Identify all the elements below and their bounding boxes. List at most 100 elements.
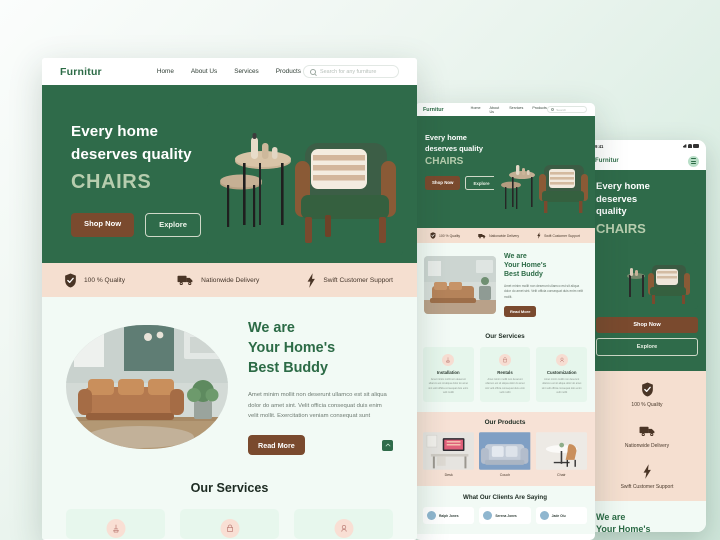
- avatar: [539, 511, 549, 521]
- read-more-button[interactable]: Read More: [248, 435, 305, 456]
- avatar: [483, 511, 493, 521]
- tablet-product-name: Chair: [557, 473, 566, 478]
- tablet-about-section: We are Your Home's Best Buddy Amet minim…: [415, 243, 595, 330]
- about-text: We are Your Home's Best Buddy Amet minim…: [248, 319, 393, 456]
- mobile-shop-now-button[interactable]: Shop Now: [596, 316, 698, 333]
- search-icon: [310, 68, 316, 75]
- about-actions: Read More: [248, 435, 393, 456]
- tablet-feature-label: Nationwide Delivery: [489, 233, 520, 238]
- installation-icon: [442, 354, 455, 367]
- tablet-features: 100 % Quality Nationwide Delivery Swift …: [415, 228, 595, 243]
- tablet-logo[interactable]: Furnitur: [423, 107, 444, 113]
- tablet-search-placeholder: Search: [556, 107, 567, 112]
- tablet-testimonial-card[interactable]: Ralph Jones: [423, 507, 475, 525]
- search-placeholder: Search for any furniture: [320, 68, 377, 75]
- tablet-service-card-installation[interactable]: Installation Amet minim mollit non deser…: [423, 347, 474, 403]
- status-indicators: [682, 144, 699, 148]
- mobile-hero: Every home deserves quality CHAIRS Shop …: [588, 170, 706, 371]
- tablet-about-image: [424, 256, 496, 315]
- signal-icon: [682, 144, 687, 148]
- mobile-features: 100 % Quality Nationwide Delivery Swift …: [588, 370, 706, 501]
- tablet-service-name: Rentals: [497, 370, 513, 376]
- desktop-logo[interactable]: Furnitur: [60, 66, 102, 78]
- nav-link-about-us[interactable]: About Us: [191, 68, 217, 75]
- service-card-rentals[interactable]: [180, 509, 279, 540]
- tablet-read-more-button[interactable]: Read More: [504, 305, 537, 318]
- mobile-hero-line2: deserves: [596, 193, 638, 205]
- search-input[interactable]: Search for any furniture: [303, 65, 399, 78]
- tablet-feature-label: 100 % Quality: [439, 233, 461, 238]
- tablet-product-name: Couch: [499, 473, 511, 478]
- feature-label: 100 % Quality: [84, 276, 126, 284]
- tablet-product-card-chair[interactable]: Chair: [535, 432, 587, 478]
- shield-check-icon: [65, 273, 76, 287]
- hamburger-menu-icon[interactable]: [688, 155, 699, 167]
- mobile-explore-button[interactable]: Explore: [596, 337, 698, 356]
- tablet-hero: Every home deserves quality CHAIRS Shop …: [415, 116, 595, 228]
- tablet-explore-button[interactable]: Explore: [465, 176, 498, 191]
- tablet-service-desc: Amet minim mollit non deserunt ullamco e…: [485, 378, 525, 394]
- about-line3: Best Buddy: [248, 359, 328, 376]
- tablet-testimonial-card[interactable]: Jade Olu: [535, 507, 587, 525]
- nav-link-home[interactable]: Home: [157, 68, 174, 75]
- lightning-bolt-icon: [594, 464, 700, 480]
- tablet-nav-link-products[interactable]: Products: [532, 106, 547, 114]
- tablet-service-card-rentals[interactable]: Rentals Amet minim mollit non deserunt u…: [479, 347, 531, 403]
- mobile-hero-line1: Every home: [596, 181, 650, 192]
- mobile-feature-quality: 100 % Quality: [594, 382, 700, 408]
- shop-now-button[interactable]: Shop Now: [71, 212, 135, 237]
- shield-check-icon: [594, 382, 700, 398]
- mobile-logo[interactable]: Furnitur: [595, 158, 619, 164]
- tablet-testimonial-card[interactable]: Serena Jones: [479, 507, 531, 525]
- tablet-feature-quality: 100 % Quality: [430, 232, 460, 239]
- tablet-products-title: Our Products: [484, 419, 526, 427]
- tablet-about-line3: Best Buddy: [504, 271, 543, 279]
- tablet-service-desc: Amet minim mollit non deserunt ullamco e…: [428, 378, 469, 394]
- hero-image: [207, 103, 403, 255]
- mobile-hero-image: [596, 242, 698, 309]
- explore-button[interactable]: Explore: [145, 212, 201, 237]
- tablet-service-card-customization[interactable]: Customization Amet minim mollit non dese…: [536, 347, 588, 403]
- mobile-feature-label: Nationwide Delivery: [624, 442, 670, 449]
- tablet-nav-link-about[interactable]: About Us: [490, 106, 501, 114]
- desktop-about-section: We are Your Home's Best Buddy Amet minim…: [42, 297, 417, 472]
- shield-check-icon: [430, 232, 436, 239]
- mobile-feature-label: Swift Customer Support: [620, 483, 674, 490]
- nav-link-services[interactable]: Services: [234, 68, 259, 75]
- tablet-about-paragraph: Amet minim mollit non deserunt ullamco e…: [504, 284, 583, 299]
- desktop-services-section: Our Services: [42, 471, 417, 540]
- tablet-product-card-desk[interactable]: Desk: [423, 432, 475, 478]
- tablet-shop-now-button[interactable]: Shop Now: [425, 176, 461, 191]
- lightning-bolt-icon: [537, 232, 541, 239]
- service-card-installation[interactable]: [66, 509, 165, 540]
- tablet-product-image: [479, 432, 531, 470]
- customization-icon: [334, 519, 353, 539]
- service-card-customization[interactable]: [294, 509, 393, 540]
- status-time: 9:41: [595, 143, 604, 149]
- tablet-testimonial-name: Serena Jones: [495, 513, 517, 518]
- tablet-product-name: Desk: [444, 473, 453, 478]
- feature-quality: 100 % Quality: [64, 273, 125, 288]
- tablet-about-line1: We are: [504, 253, 527, 260]
- tablet-nav-link-home[interactable]: Home: [471, 106, 481, 114]
- tablet-services-cards: Installation Amet minim mollit non deser…: [423, 347, 588, 403]
- truck-icon: [478, 233, 486, 238]
- tablet-about-text: We are Your Home's Best Buddy Amet minim…: [504, 252, 586, 318]
- tablet-services-section: Our Services Installation Amet minim mol…: [415, 329, 595, 413]
- mobile-feature-delivery: Nationwide Delivery: [594, 423, 700, 449]
- tablet-service-name: Customization: [546, 370, 577, 376]
- truck-icon: [177, 275, 193, 286]
- scroll-top-icon[interactable]: [382, 439, 393, 451]
- services-title: Our Services: [190, 481, 269, 496]
- desktop-nav-links: Home About Us Services Products: [157, 68, 301, 75]
- nav-link-products[interactable]: Products: [276, 68, 301, 75]
- mobile-mockup-panel: 9:41 Furnitur Every home deserves qualit…: [588, 140, 706, 532]
- tablet-products-grid: Desk Couch Chair: [423, 432, 587, 477]
- tablet-navbar: Furnitur Home About Us Services Products…: [415, 103, 595, 116]
- avatar: [427, 511, 436, 521]
- rentals-icon: [220, 519, 239, 539]
- tablet-nav-link-services[interactable]: Services: [509, 106, 523, 114]
- tablet-search-input[interactable]: Search: [546, 106, 587, 113]
- tablet-product-card-couch[interactable]: Couch: [479, 432, 531, 478]
- mobile-status-bar: 9:41: [588, 140, 706, 152]
